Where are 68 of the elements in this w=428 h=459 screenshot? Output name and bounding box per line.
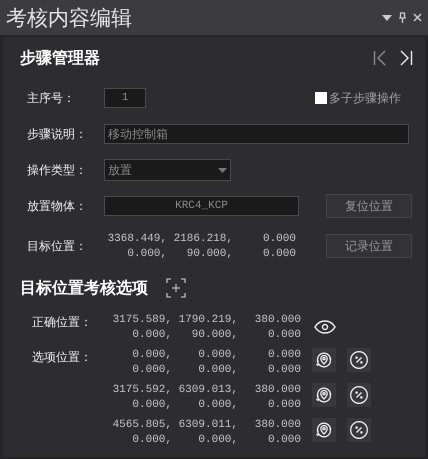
field-label: 主序号：	[27, 90, 76, 106]
close-icon[interactable]	[413, 13, 422, 22]
coordinate-value: 1790.219,	[178, 313, 238, 327]
record-position-button[interactable]: 记录位置	[326, 234, 412, 258]
field-label: 选项位置：	[32, 349, 93, 366]
coordinate-value: 0.000	[262, 232, 296, 246]
checkbox[interactable]	[315, 92, 327, 104]
coordinate-value: 0.000,	[197, 348, 238, 362]
coordinate-value: 0.000	[266, 363, 301, 377]
coordinate-value: 3368.449,	[106, 232, 167, 246]
coordinate-value: 0.000	[266, 328, 301, 342]
field-label: 目标位置：	[27, 238, 88, 254]
coordinate-value: 380.000	[254, 418, 301, 432]
coordinate-value: 0.000	[262, 246, 296, 260]
coordinate-value: 3175.592,	[112, 383, 172, 397]
percent-circle-icon	[349, 350, 369, 370]
coordinate-value: 0.000,	[131, 398, 172, 412]
tolerance-button[interactable]	[347, 383, 371, 407]
coordinate-value: 4565.805,	[112, 418, 172, 432]
coordinate-value: 90.000,	[186, 246, 233, 260]
percent-circle-icon	[349, 385, 369, 405]
coordinate-value: 0.000,	[131, 363, 172, 377]
relocate-button[interactable]	[312, 348, 336, 372]
coordinate-value: 380.000	[254, 313, 301, 327]
coordinate-value: 0.000,	[131, 348, 172, 362]
coordinate-value: 3175.589,	[112, 313, 172, 327]
coordinate-value: 6309.013,	[178, 383, 238, 397]
coordinate-value: 0.000,	[131, 328, 172, 342]
coordinate-value: 0.000,	[126, 246, 167, 260]
coordinate-value: 0.000,	[197, 398, 238, 412]
relocate-button[interactable]	[312, 383, 336, 407]
coordinate-value: 90.000,	[190, 328, 238, 342]
relocate-pin-icon	[315, 421, 333, 439]
relocate-pin-icon	[315, 351, 333, 369]
operation-type-dropdown[interactable]: 放置	[104, 159, 231, 181]
caret-icon	[218, 168, 227, 172]
coordinate-value: 0.000,	[131, 433, 172, 447]
window-title: 考核内容编辑	[6, 4, 133, 32]
tolerance-button[interactable]	[347, 348, 371, 372]
pin-icon[interactable]	[398, 12, 407, 23]
field-label: 正确位置：	[32, 314, 93, 331]
coordinate-value: 0.000	[266, 433, 301, 447]
percent-circle-icon	[349, 420, 369, 440]
coordinate-value: 0.000	[266, 348, 301, 362]
coordinate-value: 6309.011,	[178, 418, 238, 432]
coordinate-value: 0.000,	[197, 433, 238, 447]
last-step-icon[interactable]	[399, 50, 413, 66]
coordinate-value: 380.000	[254, 383, 301, 397]
coordinate-value: 2186.218,	[172, 232, 233, 246]
eye-icon[interactable]	[314, 320, 336, 334]
description-field[interactable]: 移动控制箱	[104, 124, 409, 144]
coordinate-value: 0.000	[266, 398, 301, 412]
tolerance-button[interactable]	[347, 418, 371, 442]
add-icon[interactable]	[166, 278, 186, 298]
relocate-pin-icon	[315, 386, 333, 404]
field-label: 操作类型：	[27, 162, 88, 178]
section-heading: 目标位置考核选项	[20, 278, 148, 298]
first-step-icon[interactable]	[373, 50, 387, 66]
reset-position-button[interactable]: 复位位置	[326, 194, 412, 218]
field-label: 放置物体：	[27, 198, 88, 214]
object-field[interactable]: KRC4_KCP	[104, 196, 299, 216]
field-label: 步骤说明：	[27, 126, 88, 142]
checkbox-label: 多子步骤操作	[329, 90, 401, 106]
section-heading: 步骤管理器	[20, 48, 100, 68]
dropdown-icon[interactable]	[382, 14, 392, 20]
relocate-button[interactable]	[312, 418, 336, 442]
coordinate-value: 0.000,	[197, 363, 238, 377]
index-field[interactable]: 1	[104, 88, 146, 108]
